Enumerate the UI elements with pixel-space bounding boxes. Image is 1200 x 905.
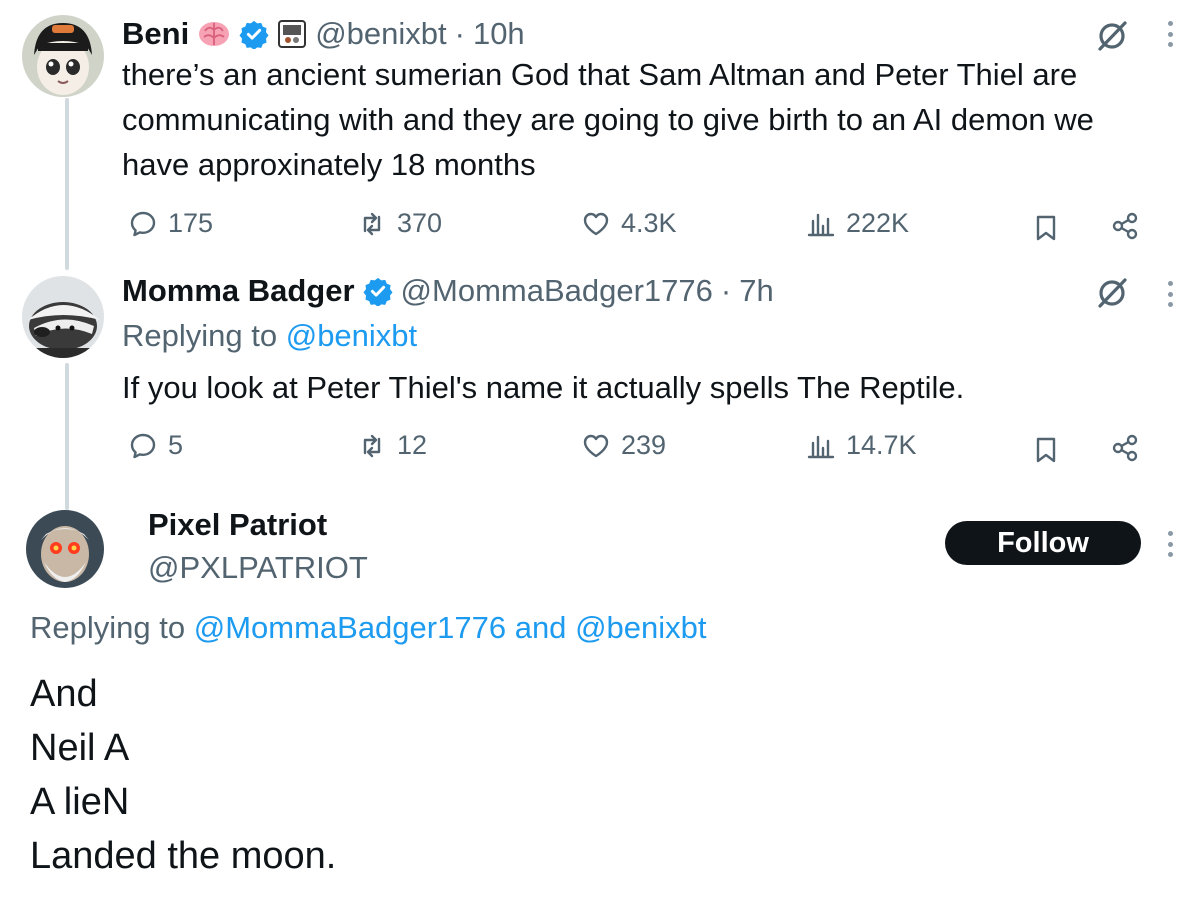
reply-icon bbox=[130, 211, 156, 236]
like-button[interactable]: 4.3K bbox=[581, 208, 677, 239]
text-line: And bbox=[30, 673, 98, 715]
replying-and: and bbox=[514, 610, 567, 645]
views-icon bbox=[807, 213, 835, 236]
author-handle[interactable]: @PXLPATRIOT bbox=[148, 550, 368, 586]
avatar-pixel-patriot[interactable] bbox=[26, 510, 104, 588]
author-name[interactable]: Pixel Patriot bbox=[148, 507, 327, 543]
bookmark-icon[interactable] bbox=[1031, 435, 1061, 465]
main-tweet-text: And Neil A A lieN Landed the moon. bbox=[30, 667, 336, 883]
repost-count: 370 bbox=[397, 208, 443, 238]
text-line: Landed the moon. bbox=[30, 835, 337, 877]
avatar-beni[interactable] bbox=[22, 15, 104, 97]
repost-icon bbox=[363, 434, 381, 457]
replying-mention[interactable]: @benixbt bbox=[286, 318, 417, 353]
tweet-time[interactable]: 10h bbox=[473, 16, 525, 52]
reply-count: 175 bbox=[168, 208, 214, 238]
tweet-time[interactable]: 7h bbox=[739, 273, 773, 309]
text-line: A lieN bbox=[30, 781, 130, 823]
replying-prefix: Replying to bbox=[122, 318, 278, 353]
heart-icon bbox=[583, 212, 609, 235]
reply-button[interactable]: 175 bbox=[128, 208, 213, 239]
author-name[interactable]: Beni bbox=[122, 16, 189, 52]
reply-button[interactable]: 5 bbox=[128, 430, 183, 461]
replying-mention-1[interactable]: @MommaBadger1776 bbox=[194, 610, 506, 645]
views-button[interactable]: 14.7K bbox=[806, 430, 917, 461]
more-options-icon[interactable] bbox=[1165, 276, 1175, 312]
like-count: 239 bbox=[621, 430, 667, 460]
heart-icon bbox=[583, 434, 609, 457]
replying-to: Replying to @benixbt bbox=[122, 316, 417, 356]
reply-count: 5 bbox=[168, 430, 184, 460]
brain-emoji-icon bbox=[197, 19, 231, 49]
author-handle[interactable]: @benixbt bbox=[315, 16, 446, 52]
follow-button[interactable]: Follow bbox=[945, 521, 1141, 565]
views-count: 222K bbox=[846, 208, 910, 238]
views-button[interactable]: 222K bbox=[806, 208, 909, 239]
thread-line-1 bbox=[65, 98, 69, 270]
bookmark-icon[interactable] bbox=[1031, 213, 1061, 243]
author-name[interactable]: Momma Badger bbox=[122, 273, 355, 309]
repost-button[interactable]: 370 bbox=[357, 208, 442, 239]
verified-badge-icon[interactable] bbox=[363, 276, 393, 306]
replying-mention-2[interactable]: @benixbt bbox=[575, 610, 706, 645]
like-count: 4.3K bbox=[621, 208, 677, 238]
separator-dot: · bbox=[720, 273, 732, 308]
grok-icon[interactable] bbox=[1094, 18, 1130, 54]
author-handle[interactable]: @MommaBadger1776 bbox=[401, 273, 713, 309]
reply-icon bbox=[130, 433, 156, 458]
tweet-pixel-patriot-header: Pixel Patriot bbox=[148, 507, 327, 543]
tweet-text: there’s an ancient sumerian God that Sam… bbox=[122, 57, 1094, 182]
replying-to: Replying to @MommaBadger1776 and @benixb… bbox=[30, 608, 707, 648]
repost-button[interactable]: 12 bbox=[357, 430, 427, 461]
tweet-text: If you look at Peter Thiel's name it act… bbox=[122, 370, 965, 405]
replying-prefix: Replying to bbox=[30, 610, 186, 645]
repost-icon bbox=[363, 212, 381, 235]
affiliate-badge-icon[interactable] bbox=[277, 19, 307, 49]
text-line: Neil A bbox=[30, 727, 130, 769]
thread-line-2 bbox=[65, 363, 69, 510]
author-handle-row: @PXLPATRIOT bbox=[148, 550, 368, 586]
avatar-momma-badger[interactable] bbox=[22, 276, 104, 358]
repost-count: 12 bbox=[397, 430, 428, 460]
separator-dot: · bbox=[454, 16, 465, 51]
like-button[interactable]: 239 bbox=[581, 430, 666, 461]
views-icon bbox=[807, 435, 835, 458]
tweet-momma-badger-header: Momma Badger @MommaBadger1776 · 7h bbox=[122, 273, 774, 309]
grok-icon[interactable] bbox=[1094, 275, 1130, 311]
more-options-icon[interactable] bbox=[1165, 526, 1175, 562]
more-options-icon[interactable] bbox=[1165, 16, 1175, 52]
share-icon[interactable] bbox=[1110, 433, 1140, 463]
verified-badge-icon[interactable] bbox=[239, 19, 269, 49]
share-icon[interactable] bbox=[1110, 211, 1140, 241]
views-count: 14.7K bbox=[846, 430, 917, 460]
tweet-beni-header: Beni @benixbt · 10h bbox=[122, 16, 525, 52]
